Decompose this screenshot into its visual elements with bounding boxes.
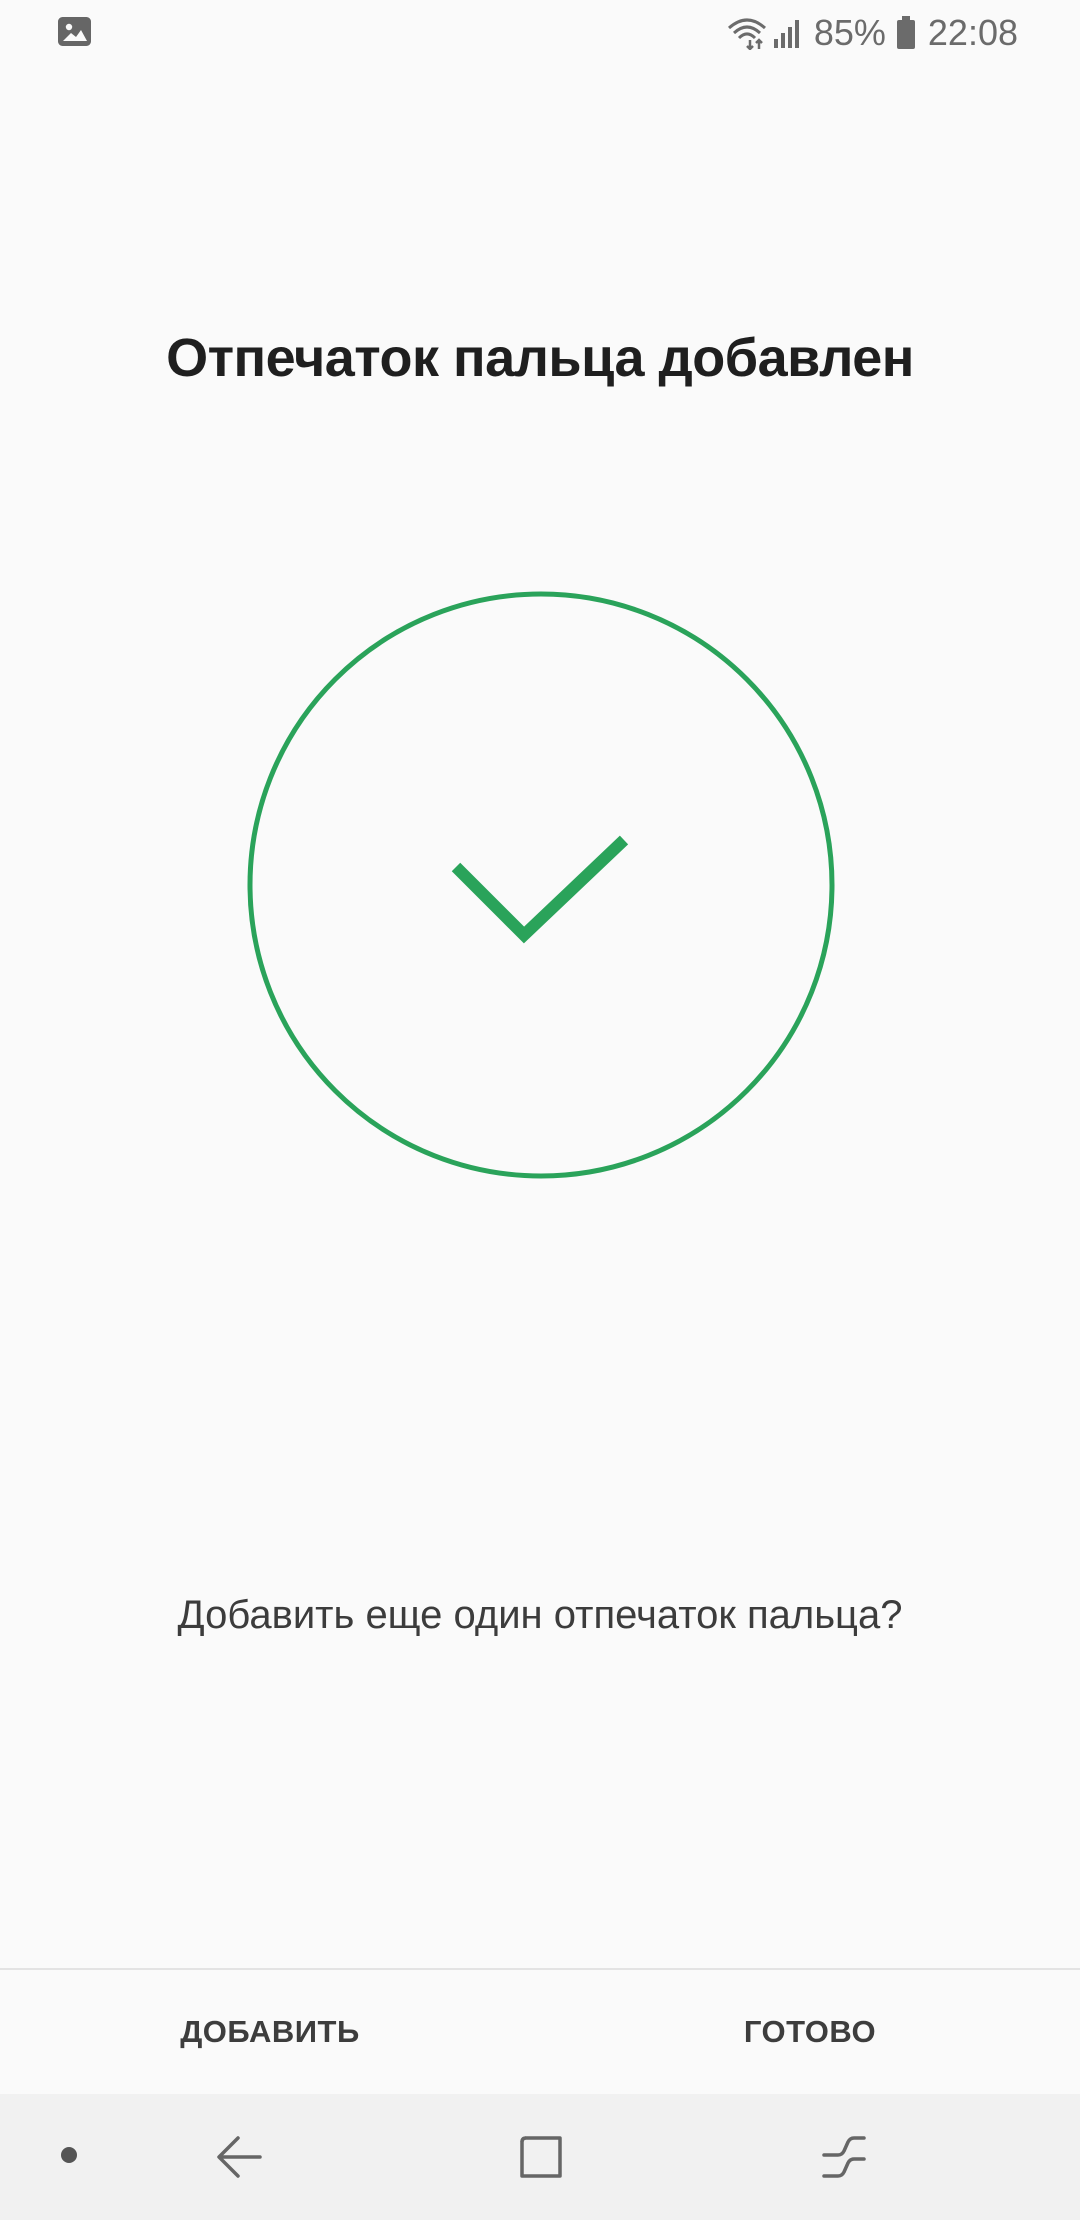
nav-dot-icon[interactable] <box>58 2144 80 2166</box>
navigation-bar <box>0 2094 1080 2220</box>
signal-icon <box>773 20 799 48</box>
add-another-prompt: Добавить еще один отпечаток пальца? <box>177 1593 903 1637</box>
home-icon[interactable] <box>518 2132 564 2182</box>
action-bar: ДОБАВИТЬ ГОТОВО <box>0 1970 1080 2094</box>
page-title: Отпечаток пальца добавлен <box>166 328 914 388</box>
add-button[interactable]: ДОБАВИТЬ <box>0 1970 540 2094</box>
checkmark-icon <box>247 591 835 1179</box>
gallery-notification-icon <box>58 17 91 46</box>
battery-percentage: 85% <box>813 12 886 53</box>
done-button[interactable]: ГОТОВО <box>540 1970 1080 2094</box>
wifi-icon <box>727 18 766 50</box>
status-clock: 22:08 <box>927 12 1018 53</box>
status-bar: 85% 22:08 <box>0 0 1080 66</box>
recents-icon[interactable] <box>818 2134 870 2180</box>
battery-icon <box>896 16 915 49</box>
status-indicators: 85% 22:08 <box>726 8 1018 58</box>
back-arrow-icon[interactable] <box>214 2134 264 2180</box>
